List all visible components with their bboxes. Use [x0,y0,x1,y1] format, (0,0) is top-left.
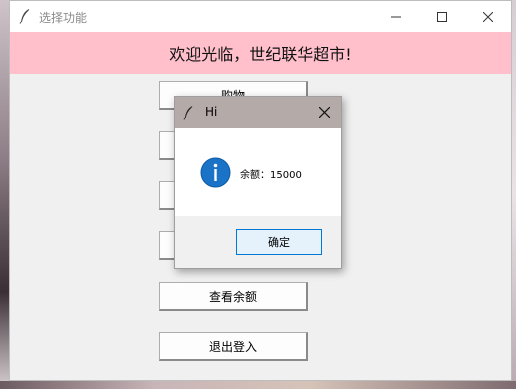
minimize-icon [391,16,401,17]
feather-icon [183,106,193,120]
title-bar[interactable]: 选择功能 [10,1,511,32]
close-icon [483,11,493,22]
dialog-title-bar[interactable]: Hi [175,97,341,128]
check-balance-button[interactable]: 查看余额 [159,282,308,311]
window-title: 选择功能 [39,11,88,25]
maximize-button[interactable] [419,1,465,32]
dialog-message: 余额：15000 [240,170,302,181]
close-button[interactable] [465,1,511,32]
ok-button[interactable]: 确定 [236,229,322,255]
dialog-title: Hi [205,105,218,119]
maximize-icon [437,11,447,22]
minimize-button[interactable] [373,1,419,32]
close-icon [318,107,330,118]
desktop-wallpaper-bottom [0,381,516,389]
dialog-close-button[interactable] [307,97,341,128]
feather-icon [19,9,29,24]
logout-button[interactable]: 退出登入 [159,332,308,361]
info-dialog: Hi 余额：15000 确定 [174,96,342,269]
welcome-banner: 欢迎光临，世纪联华超市! [10,32,511,74]
info-icon [200,157,231,188]
